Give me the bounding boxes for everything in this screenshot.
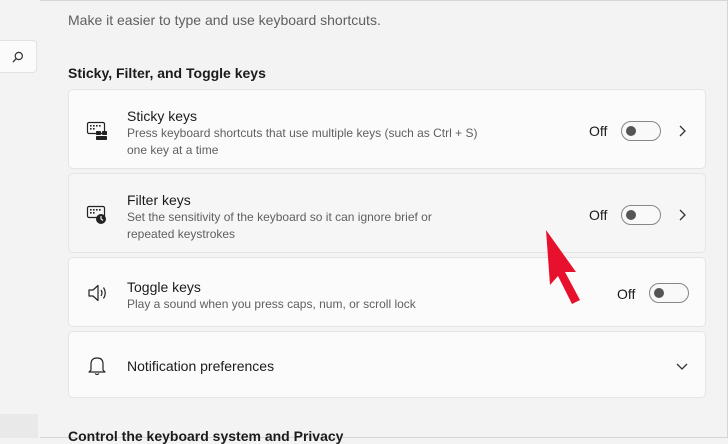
filter-keys-desc-line-1: Set the sensitivity of the keyboard so i…: [127, 210, 432, 224]
chevron-right-icon[interactable]: [676, 209, 688, 221]
chevron-right-icon[interactable]: [676, 125, 688, 137]
toggle-keys-state: Off: [617, 286, 636, 302]
toggle-knob: [654, 288, 664, 298]
filter-keys-title: Filter keys: [127, 192, 191, 208]
sticky-keys-title: Sticky keys: [127, 108, 198, 124]
filter-keys-toggle[interactable]: [621, 205, 661, 225]
sticky-keys-desc-line-2: one key at a time: [127, 143, 219, 157]
sticky-keys-desc-line-1: Press keyboard shortcuts that use multip…: [127, 126, 478, 140]
toggle-keys-card: Toggle keys Play a sound when you press …: [68, 257, 706, 327]
filter-keys-card[interactable]: Filter keys Set the sensitivity of the k…: [68, 173, 706, 253]
next-section-title: Control the keyboard system and Privacy: [68, 428, 344, 444]
page-description: Make it easier to type and use keyboard …: [68, 12, 381, 28]
toggle-keys-toggle[interactable]: [649, 283, 689, 303]
sidebar: [0, 0, 40, 438]
notification-preferences-card[interactable]: Notification preferences: [68, 331, 706, 398]
filter-keys-state: Off: [589, 207, 608, 223]
sticky-keys-description: Press keyboard shortcuts that use multip…: [127, 125, 507, 159]
filter-keys-icon: [86, 204, 108, 226]
sticky-keys-state: Off: [589, 123, 608, 139]
annotation-arrow-icon: [546, 230, 580, 304]
filter-keys-desc-line-2: repeated keystrokes: [127, 227, 236, 241]
section-title: Sticky, Filter, and Toggle keys: [68, 65, 266, 81]
toggle-keys-title: Toggle keys: [127, 279, 201, 295]
notification-preferences-title: Notification preferences: [127, 358, 275, 374]
filter-keys-description: Set the sensitivity of the keyboard so i…: [127, 209, 507, 243]
toggle-knob: [626, 210, 636, 220]
chevron-down-icon[interactable]: [676, 360, 688, 372]
search-button[interactable]: [0, 40, 37, 73]
sticky-keys-card[interactable]: Sticky keys Press keyboard shortcuts tha…: [68, 89, 706, 169]
search-icon: [12, 51, 24, 62]
speaker-icon: [86, 282, 108, 304]
bell-icon: [86, 354, 108, 376]
sticky-keys-toggle[interactable]: [621, 121, 661, 141]
sidebar-item[interactable]: [0, 414, 38, 438]
toggle-knob: [626, 126, 636, 136]
sticky-keys-icon: [86, 120, 108, 142]
toggle-keys-description: Play a sound when you press caps, num, o…: [127, 297, 416, 311]
